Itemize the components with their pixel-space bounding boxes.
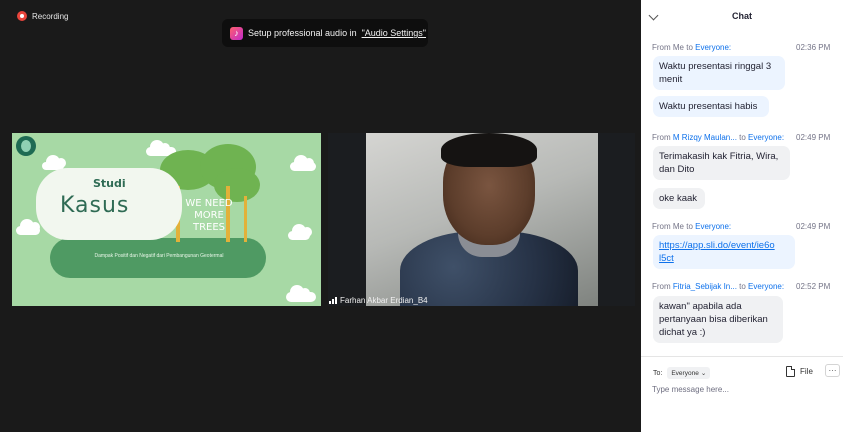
message-bubble: oke kaak (653, 188, 705, 209)
recipient-link[interactable]: Everyone: (748, 133, 784, 142)
message-meta: From Fitria_Sebijak In... to Everyone: (652, 282, 785, 291)
participant-hair (441, 133, 537, 167)
audio-banner-text: Setup professional audio in (248, 28, 357, 38)
sender-link[interactable]: Fitria_Sebijak In... (673, 282, 737, 291)
slide-title-kasus: Kasus (60, 193, 130, 218)
chat-panel: Chat From Me to Everyone: 02:36 PM Waktu… (641, 0, 843, 432)
meeting-area: Recording ♪ Setup professional audio in … (0, 0, 641, 432)
recording-indicator[interactable]: Recording (17, 11, 68, 21)
message-time: 02:52 PM (796, 282, 831, 291)
globe-logo-icon (16, 136, 36, 156)
message-bubble: Terimakasih kak Fitria, Wira, dan Dito (653, 146, 790, 180)
message-link-bubble: https://app.sli.do/event/ie6o l5ct (653, 235, 795, 269)
audio-setup-banner: ♪ Setup professional audio in "Audio Set… (222, 19, 428, 47)
chat-header: Chat (641, 0, 843, 30)
record-icon (17, 11, 27, 21)
signal-strength-icon (329, 297, 337, 304)
we-need-more-trees-text: WE NEED MORE TREES (185, 198, 233, 233)
chat-message-input[interactable] (652, 385, 832, 394)
more-options-button[interactable]: ··· (825, 364, 840, 377)
cloud-decoration (16, 219, 40, 235)
cloud-decoration (290, 155, 316, 171)
to-label: To: (653, 369, 663, 377)
recipient-link[interactable]: Everyone: (695, 43, 731, 52)
audio-settings-link[interactable]: "Audio Settings" (362, 28, 426, 38)
music-note-icon: ♪ (230, 26, 243, 40)
file-button[interactable]: File (786, 366, 813, 377)
message-time: 02:49 PM (796, 222, 831, 231)
chat-title: Chat (732, 11, 752, 21)
tree-crown (214, 168, 260, 202)
participant-name-label: Farhan Akbar Erdian_B4 (329, 296, 428, 305)
cloud-decoration (286, 285, 316, 302)
message-bubble: Waktu presentasi habis (653, 96, 769, 117)
recipient-row: To: Everyone ⌄ (653, 367, 711, 379)
message-meta: From M Rizqy Maulan... to Everyone: (652, 133, 785, 142)
tree-trunk (244, 196, 247, 242)
slide-title-studi: Studi (93, 177, 126, 190)
recipient-link[interactable]: Everyone: (748, 282, 784, 291)
message-meta: From Me to Everyone: (652, 222, 732, 231)
chevron-down-icon: ⌄ (700, 370, 707, 377)
zoom-meeting-window: Recording ♪ Setup professional audio in … (0, 0, 843, 432)
participant-name: Farhan Akbar Erdian_B4 (340, 296, 428, 305)
cloud-decoration (288, 224, 312, 240)
message-time: 02:36 PM (796, 43, 831, 52)
message-time: 02:49 PM (796, 133, 831, 142)
message-meta: From Me to Everyone: (652, 43, 732, 52)
message-bubble: kawan" apabila ada pertanyaan bisa diber… (653, 296, 783, 343)
recording-label: Recording (32, 11, 69, 21)
recipient-select[interactable]: Everyone ⌄ (667, 367, 711, 379)
file-label: File (800, 367, 813, 376)
slide-subtitle: Dampak Positif dan Negatif dari Pembangu… (94, 253, 224, 259)
sender-link[interactable]: M Rizqy Maulan... (673, 133, 737, 142)
slido-link[interactable]: https://app.sli.do/event/ie6o l5ct (659, 240, 775, 264)
chat-divider (641, 356, 843, 357)
recipient-link[interactable]: Everyone: (695, 222, 731, 231)
file-icon (786, 366, 795, 377)
participant-video-tile[interactable] (328, 133, 635, 306)
message-bubble: Waktu presentasi ringgal 3 menit (653, 56, 785, 90)
